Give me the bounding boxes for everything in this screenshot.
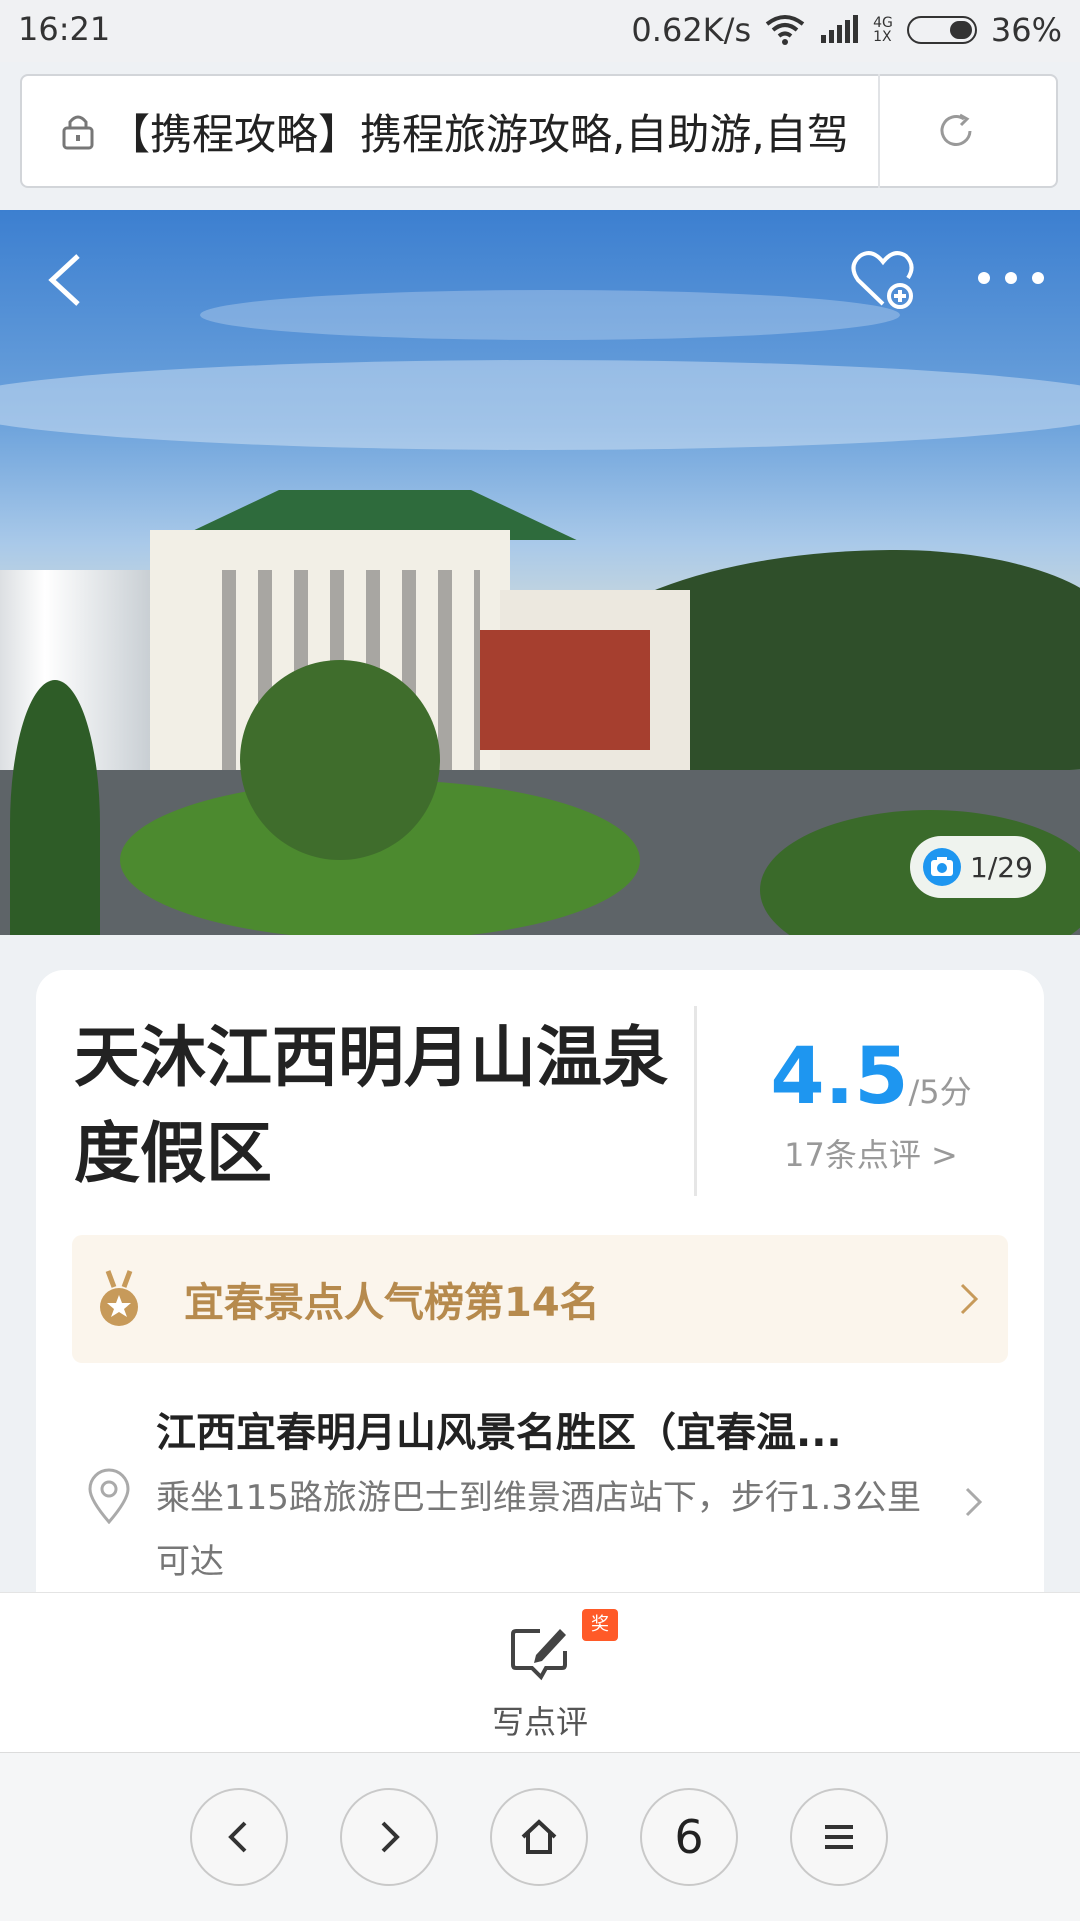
browser-nav-bar: 6: [0, 1752, 1080, 1921]
forward-button[interactable]: [340, 1788, 438, 1886]
status-indicators: 0.62K/s 4G 1X 36%: [631, 10, 1062, 50]
write-review-button[interactable]: 写点评: [0, 1697, 1080, 1743]
status-time: 16:21: [18, 10, 111, 48]
location-name[interactable]: 江西宜春明月山风景名胜区（宜春温...: [156, 1400, 916, 1458]
medal-icon: [100, 1270, 138, 1326]
menu-button[interactable]: [790, 1788, 888, 1886]
url-bar[interactable]: 【携程攻略】携程旅游攻略,自助游,自驾: [20, 74, 1058, 188]
review-count-link[interactable]: 17条点评 >: [736, 1130, 1006, 1176]
battery-icon: [906, 16, 977, 44]
back-arrow-icon[interactable]: [40, 250, 88, 310]
bottom-action-bar: 奖 写点评: [0, 1592, 1080, 1753]
score-box[interactable]: 4.5/5分 17条点评 >: [736, 1032, 1006, 1176]
chevron-left-icon: [228, 1821, 247, 1853]
location-pin-icon: [88, 1468, 130, 1524]
home-icon: [521, 1819, 557, 1854]
score-unit: /5分: [908, 1073, 972, 1111]
chevron-right-icon: [960, 1283, 979, 1315]
tabs-button[interactable]: 6: [640, 1788, 738, 1886]
more-icon[interactable]: [976, 266, 1046, 290]
award-badge: 奖: [582, 1609, 618, 1641]
chevron-right-icon[interactable]: [964, 1486, 984, 1518]
chevron-right-icon: [381, 1821, 400, 1853]
back-button[interactable]: [190, 1788, 288, 1886]
network-type: 4G 1X: [873, 15, 893, 45]
title-divider: [694, 1006, 697, 1196]
network-speed: 0.62K/s: [631, 11, 752, 49]
write-review-icon[interactable]: [510, 1623, 572, 1681]
reload-icon[interactable]: [934, 109, 978, 153]
hero-image[interactable]: 1/29: [0, 210, 1080, 935]
menu-icon: [825, 1825, 853, 1849]
attraction-title: 天沐江西明月山温泉度假区: [74, 1019, 668, 1192]
ranking-text: 宜春景点人气榜第14名: [184, 1280, 600, 1326]
url-divider: [878, 74, 880, 188]
photo-count: 1/29: [970, 850, 1033, 884]
status-bar: 16:21 0.62K/s 4G 1X 36%: [0, 0, 1080, 62]
favorite-add-icon[interactable]: [848, 244, 918, 314]
home-button[interactable]: [490, 1788, 588, 1886]
signal-icon: [821, 15, 859, 43]
lock-icon: [62, 115, 94, 150]
camera-icon: [923, 848, 961, 886]
ranking-banner[interactable]: 宜春景点人气榜第14名: [72, 1235, 1008, 1363]
photo-counter-badge[interactable]: 1/29: [910, 836, 1046, 898]
battery-percent: 36%: [990, 11, 1062, 49]
attraction-info-card: 天沐江西明月山温泉度假区 4.5/5分 17条点评 > 宜春景点人气榜第14名 …: [36, 970, 1044, 1670]
tab-count: 6: [674, 1810, 704, 1864]
url-title[interactable]: 【携程攻略】携程旅游攻略,自助游,自驾: [108, 101, 868, 162]
location-directions: 乘坐115路旅游巴士到维景酒店站下，步行1.3公里可达: [156, 1478, 921, 1582]
score-value: 4.5: [770, 1032, 909, 1122]
wifi-icon: [765, 15, 805, 45]
